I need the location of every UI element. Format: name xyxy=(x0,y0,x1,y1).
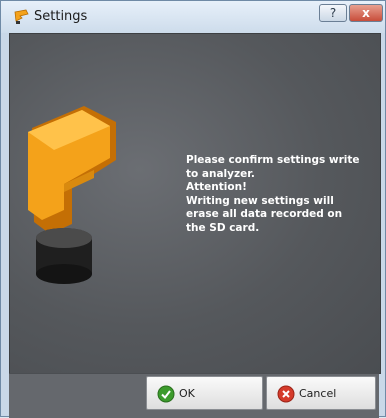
dialog-body: Please confirm settings write to analyze… xyxy=(9,33,381,374)
analyzer-logo xyxy=(28,106,116,284)
title-bar[interactable]: Settings ? x xyxy=(1,1,385,33)
button-bar: OK Cancel xyxy=(9,373,379,418)
ok-button[interactable]: OK xyxy=(146,376,263,410)
close-button[interactable]: x xyxy=(349,4,383,22)
window-title: Settings xyxy=(34,9,88,24)
cancel-button-label: Cancel xyxy=(299,387,337,400)
cancel-icon xyxy=(277,385,295,403)
settings-dialog: Settings ? x Please confirm settings wri… xyxy=(0,0,386,418)
help-button[interactable]: ? xyxy=(319,4,347,22)
check-icon xyxy=(157,385,175,403)
app-logo-icon xyxy=(14,9,29,24)
ok-button-label: OK xyxy=(179,387,195,400)
cancel-button[interactable]: Cancel xyxy=(266,376,376,410)
confirmation-message: Please confirm settings write to analyze… xyxy=(186,154,360,234)
